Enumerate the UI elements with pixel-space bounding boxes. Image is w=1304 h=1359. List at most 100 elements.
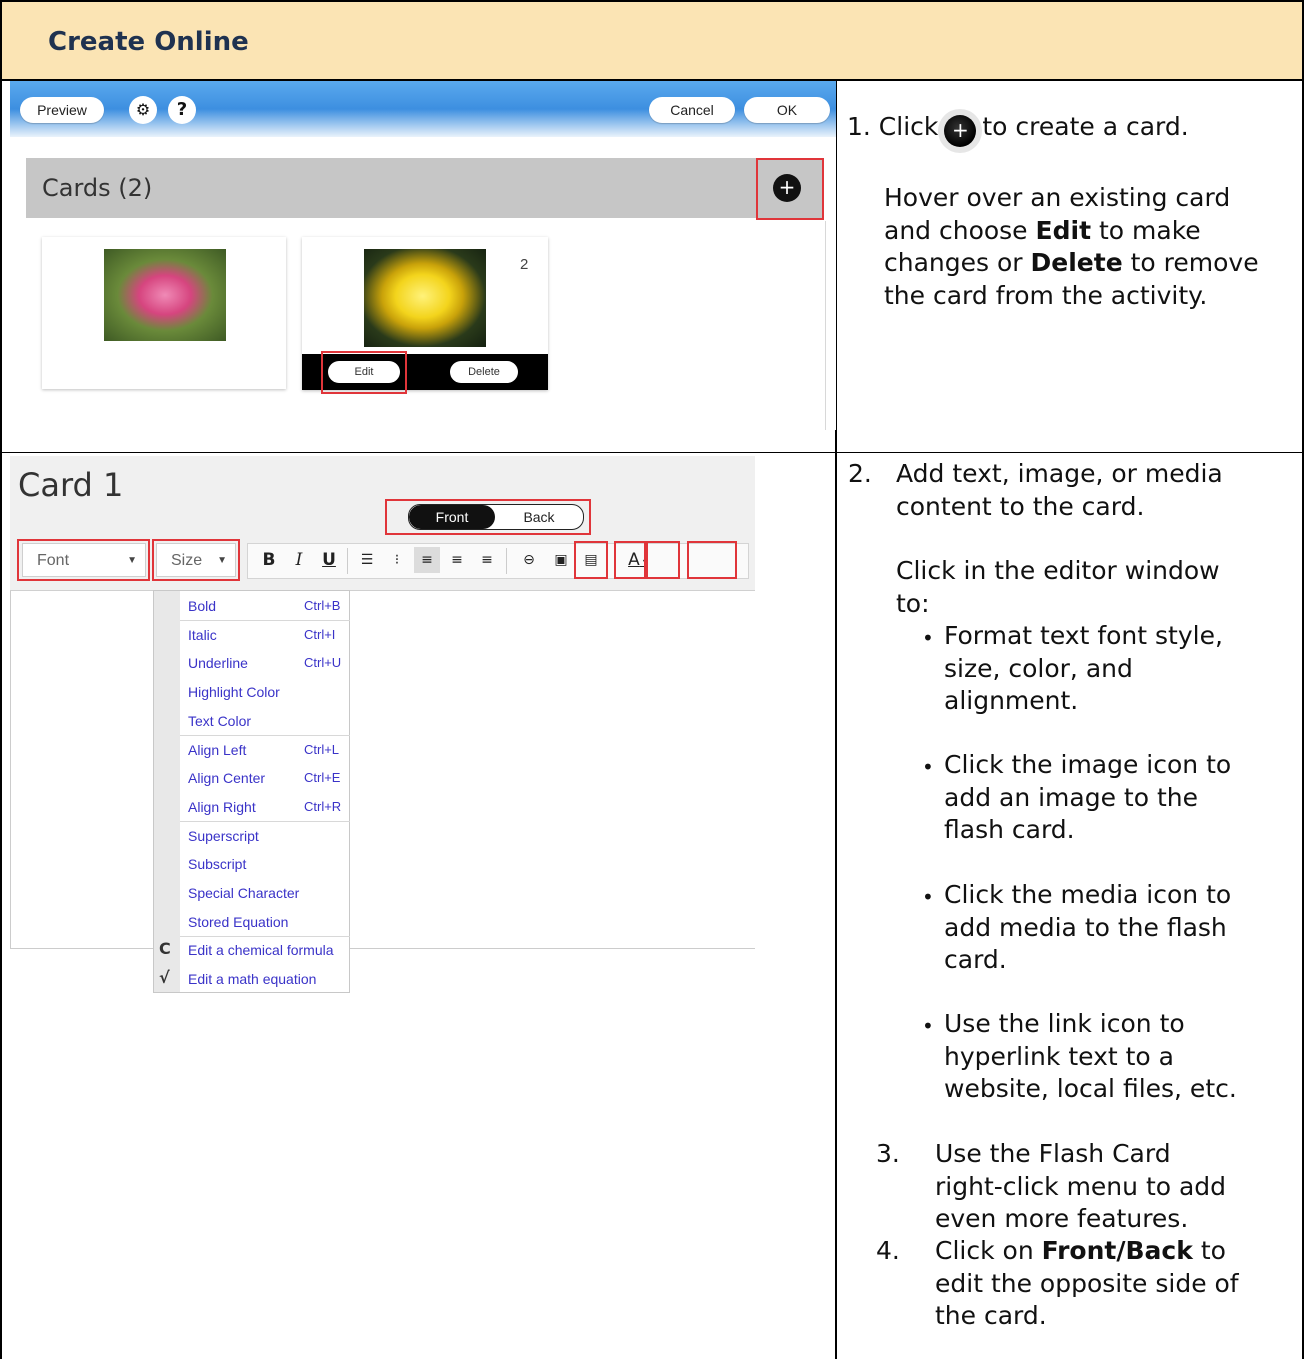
step-3-text: Use the Flash Card right-click menu to a… — [935, 1138, 1226, 1236]
menu-item[interactable]: Align Right — [188, 793, 256, 821]
align-center-icon[interactable]: ≡ — [444, 547, 470, 573]
bold-button[interactable]: B — [256, 547, 282, 573]
highlight-add-card — [756, 158, 824, 220]
text-line: Use the Flash Card — [935, 1139, 1171, 1168]
text-line: add an image to the — [944, 782, 1199, 812]
step-1-prefix: 1. Click — [847, 112, 939, 141]
text-line: card. — [944, 945, 1007, 974]
bullet-1: Format text font style, size, color, and… — [944, 620, 1223, 718]
bullet-dot: • — [922, 755, 934, 779]
help-icon[interactable]: ? — [168, 96, 196, 124]
menu-item[interactable]: Bold — [188, 592, 216, 620]
menu-item[interactable]: Highlight Color — [188, 678, 280, 706]
toolbar: Preview ⚙ ? Cancel OK — [10, 81, 836, 137]
chemical-formula-icon: C — [159, 939, 171, 958]
step-1-line: 1. Click + to create a card. — [847, 111, 1189, 147]
text-line: and choose Edit to make — [884, 215, 1259, 248]
step-3-number: 3. — [876, 1139, 900, 1168]
menu-item[interactable]: Align Left — [188, 736, 246, 764]
bullet-dot: • — [922, 885, 934, 909]
text-line: Add text, image, or media — [896, 459, 1223, 488]
menu-item[interactable]: Subscript — [188, 850, 246, 878]
step-4-text: Click on Front/Back to edit the opposite… — [935, 1235, 1239, 1333]
text-span: to remove — [1130, 248, 1259, 277]
image-icon[interactable]: ▣ — [548, 547, 574, 573]
text-line: the card. — [935, 1301, 1047, 1330]
bullet-4: Use the link icon to hyperlink text to a… — [944, 1008, 1237, 1106]
menu-item[interactable]: Text Color — [188, 707, 251, 735]
text-line: Click the image icon to — [944, 750, 1232, 779]
menu-item[interactable]: Italic — [188, 621, 217, 649]
align-left-icon[interactable]: ≡ — [414, 547, 440, 573]
bold-edit: Edit — [1035, 215, 1092, 245]
table-border-top — [0, 0, 1304, 2]
menu-item[interactable]: Underline — [188, 649, 248, 677]
highlight-edit — [321, 351, 407, 394]
menu-shortcut: Ctrl+R — [304, 798, 342, 814]
card-editor-screenshot: Card 1 Front Back Font ▼ Size ▼ B I U ☰ … — [10, 456, 755, 1001]
bullet-dot: • — [922, 626, 934, 650]
cards-title: Cards (2) — [42, 174, 153, 202]
step-4-number: 4. — [876, 1236, 900, 1265]
text-line: alignment. — [944, 686, 1079, 715]
text-span: and choose — [884, 215, 1028, 245]
text-line: Click the media icon to — [944, 880, 1232, 909]
menu-shortcut: Ctrl+L — [304, 741, 340, 757]
highlight-text-color — [687, 541, 737, 579]
text-line: Hover over an existing card — [884, 183, 1231, 212]
menu-item[interactable]: Edit a chemical formula — [188, 936, 334, 964]
editor-header: Card 1 Front Back Font ▼ Size ▼ B I U ☰ … — [10, 456, 755, 591]
text-line: even more features. — [935, 1204, 1189, 1233]
text-span: to make — [1098, 215, 1201, 245]
ok-button[interactable]: OK — [744, 97, 830, 123]
menu-shortcut: Ctrl+E — [304, 770, 341, 786]
menu-item[interactable]: Special Character — [188, 879, 299, 907]
menu-shortcut: Ctrl+I — [304, 626, 336, 642]
text-span: changes or — [884, 248, 1023, 277]
text-line: edit the opposite side of — [935, 1268, 1239, 1298]
numbered-list-icon[interactable]: ☰ — [354, 547, 380, 573]
text-line: Click in the editor window — [896, 556, 1220, 585]
link-icon[interactable]: ⊖ — [516, 547, 542, 573]
text-line: right-click menu to add — [935, 1171, 1227, 1201]
text-line: to: — [896, 588, 930, 618]
gear-icon[interactable]: ⚙ — [129, 96, 157, 124]
step-1-hover: Hover over an existing card and choose E… — [884, 182, 1259, 312]
highlight-size — [152, 539, 240, 581]
math-equation-icon: √ — [159, 968, 170, 987]
toolbar-divider — [506, 548, 507, 574]
preview-button[interactable]: Preview — [20, 97, 104, 123]
text-line: hyperlink text to a — [944, 1041, 1174, 1071]
bullet-2: Click the image icon to add an image to … — [944, 749, 1231, 847]
text-span: Click on — [935, 1236, 1034, 1265]
highlight-image — [614, 541, 646, 579]
cards-overview-screenshot: Preview ⚙ ? Cancel OK Cards (2) + 2 Edit… — [10, 81, 836, 430]
text-line: changes or Delete to remove — [884, 247, 1259, 280]
text-line: Use the link icon to — [944, 1009, 1185, 1038]
highlight-media — [646, 541, 680, 579]
bullet-list-icon[interactable]: ⁝ — [384, 547, 410, 573]
highlight-front-back — [385, 499, 591, 535]
add-card-icon: + — [944, 115, 977, 147]
highlight-font — [17, 539, 150, 581]
card-tile-1[interactable] — [42, 237, 286, 389]
editor-area[interactable] — [10, 591, 755, 949]
menu-item[interactable]: Align Center — [188, 764, 265, 792]
text-line: add media to the flash — [944, 912, 1227, 942]
text-line: the card from the activity. — [884, 280, 1208, 310]
panel-edge — [825, 221, 826, 430]
underline-button[interactable]: U — [316, 547, 342, 573]
menu-shortcut: Ctrl+B — [304, 598, 341, 613]
align-right-icon[interactable]: ≡ — [474, 547, 500, 573]
menu-item[interactable]: Superscript — [188, 822, 259, 850]
menu-item[interactable]: Stored Equation — [188, 908, 288, 936]
step-2-text: Add text, image, or media content to the… — [896, 458, 1223, 620]
pink-rose-image — [104, 249, 226, 341]
cancel-button[interactable]: Cancel — [649, 97, 735, 123]
italic-button[interactable]: I — [286, 547, 312, 573]
menu-item[interactable]: Edit a math equation — [188, 965, 316, 993]
delete-button[interactable]: Delete — [450, 361, 518, 383]
bold-delete: Delete — [1030, 248, 1123, 277]
cards-header: Cards (2) + — [26, 158, 824, 218]
